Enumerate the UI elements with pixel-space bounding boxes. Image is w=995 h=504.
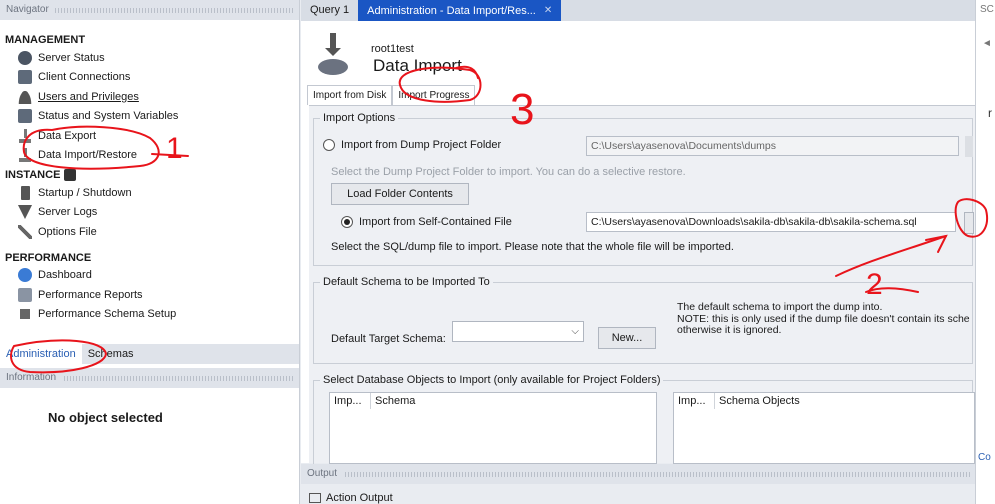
server-status-icon	[18, 50, 32, 65]
output-selector[interactable]: Action Output	[309, 492, 393, 504]
tab-administration[interactable]: Administration	[0, 344, 82, 364]
close-tab-icon[interactable]: ✕	[544, 5, 552, 16]
nav-data-export[interactable]: Data Export	[0, 126, 299, 146]
dump-folder-hint: Select the Dump Project Folder to import…	[331, 166, 686, 178]
self-contained-radio[interactable]	[341, 216, 353, 228]
import-options-legend: Import Options	[323, 112, 396, 124]
tab-query-1[interactable]: Query 1	[301, 0, 358, 21]
schema-objects-col-objects[interactable]: Schema Objects	[714, 393, 854, 409]
data-import-icon	[18, 148, 32, 163]
nav-performance-schema-setup[interactable]: Performance Schema Setup	[0, 305, 299, 325]
tab-administration-data-import[interactable]: Administration - Data Import/Res... ✕	[358, 0, 562, 21]
self-contained-hint: Select the SQL/dump file to import. Plea…	[331, 241, 734, 253]
nav-options-file[interactable]: Options File	[0, 222, 299, 242]
section-management-title: MANAGEMENT	[5, 34, 86, 46]
nav-startup-shutdown[interactable]: Startup / Shutdown	[0, 183, 299, 203]
nav-client-connections[interactable]: Client Connections	[0, 68, 299, 88]
schema-objects-list[interactable]: Imp... Schema Objects	[673, 392, 975, 464]
document-tabs: Query 1 Administration - Data Import/Res…	[301, 0, 975, 21]
dump-folder-radio[interactable]	[323, 139, 335, 151]
collapse-arrow-icon[interactable]: ◄	[982, 38, 992, 49]
options-file-icon	[18, 224, 32, 239]
page-title: Data Import	[373, 56, 462, 75]
nav-data-import[interactable]: Data Import/Restore	[0, 146, 299, 166]
objects-legend: Select Database Objects to Import (only …	[323, 374, 661, 386]
default-target-schema-label: Default Target Schema:	[331, 333, 446, 345]
default-target-schema-select[interactable]: ⌵	[452, 321, 584, 342]
data-export-icon	[18, 128, 32, 143]
nav-performance-reports[interactable]: Performance Reports	[0, 285, 299, 305]
self-contained-option[interactable]: Import from Self-Contained File	[341, 216, 512, 228]
chevron-down-icon: ⌵	[571, 326, 579, 337]
dump-folder-option[interactable]: Import from Dump Project Folder	[323, 139, 501, 151]
information-header: Information	[0, 368, 299, 388]
performance-reports-icon	[18, 287, 32, 302]
output-header: Output	[301, 464, 975, 484]
schema-setup-icon	[18, 307, 32, 322]
right-sidebar-strip: SC ◄ r Co	[975, 0, 995, 504]
tab-schemas[interactable]: Schemas	[82, 344, 140, 364]
self-contained-path-field[interactable]: C:\Users\ayasenova\Downloads\sakila-db\s…	[586, 212, 956, 232]
self-contained-browse-button[interactable]	[964, 212, 974, 234]
new-schema-button[interactable]: New...	[598, 327, 656, 349]
schema-list[interactable]: Imp... Schema	[329, 392, 657, 464]
section-instance-title: INSTANCE	[0, 167, 299, 183]
default-schema-note: The default schema to import the dump in…	[677, 301, 970, 336]
nav-dashboard[interactable]: Dashboard	[0, 266, 299, 286]
client-connections-icon	[18, 70, 32, 85]
navigator-panel: Navigator MANAGEMENT Server Status Clien…	[0, 0, 300, 504]
schema-list-col-import[interactable]: Imp...	[330, 393, 370, 409]
dump-folder-browse-button[interactable]	[965, 136, 973, 157]
dashboard-icon	[18, 268, 32, 283]
section-performance-title: PERFORMANCE	[5, 251, 92, 264]
nav-server-status[interactable]: Server Status	[0, 48, 299, 68]
nav-status-variables[interactable]: Status and System Variables	[0, 107, 299, 127]
data-import-page: root1test Data Import Import from Disk I…	[301, 21, 975, 466]
no-object-label: No object selected	[48, 410, 163, 425]
data-import-header-icon	[318, 33, 348, 75]
tab-import-progress[interactable]: Import Progress	[392, 85, 476, 105]
output-icon	[309, 493, 321, 503]
import-from-disk-panel: Import Options Import from Dump Project …	[309, 105, 975, 466]
navigator-header: Navigator	[0, 0, 299, 20]
users-icon	[18, 89, 32, 104]
import-subtabs: Import from Disk Import Progress	[307, 85, 476, 105]
schema-objects-col-import[interactable]: Imp...	[674, 393, 714, 409]
nav-server-logs[interactable]: Server Logs	[0, 203, 299, 223]
tab-import-from-disk[interactable]: Import from Disk	[307, 85, 393, 105]
startup-icon	[21, 185, 30, 200]
server-logs-icon	[18, 205, 32, 220]
nav-users-privileges[interactable]: Users and Privileges	[0, 87, 299, 107]
load-folder-contents-button[interactable]: Load Folder Contents	[331, 183, 469, 205]
schema-list-col-schema[interactable]: Schema	[370, 393, 490, 409]
dump-folder-path-field[interactable]: C:\Users\ayasenova\Documents\dumps	[586, 136, 959, 156]
default-schema-legend: Default Schema to be Imported To	[323, 276, 490, 288]
navigator-tabs: Administration Schemas	[0, 344, 299, 364]
connection-name: root1test	[371, 43, 414, 55]
variables-icon	[18, 109, 32, 124]
instance-icon	[64, 169, 77, 181]
